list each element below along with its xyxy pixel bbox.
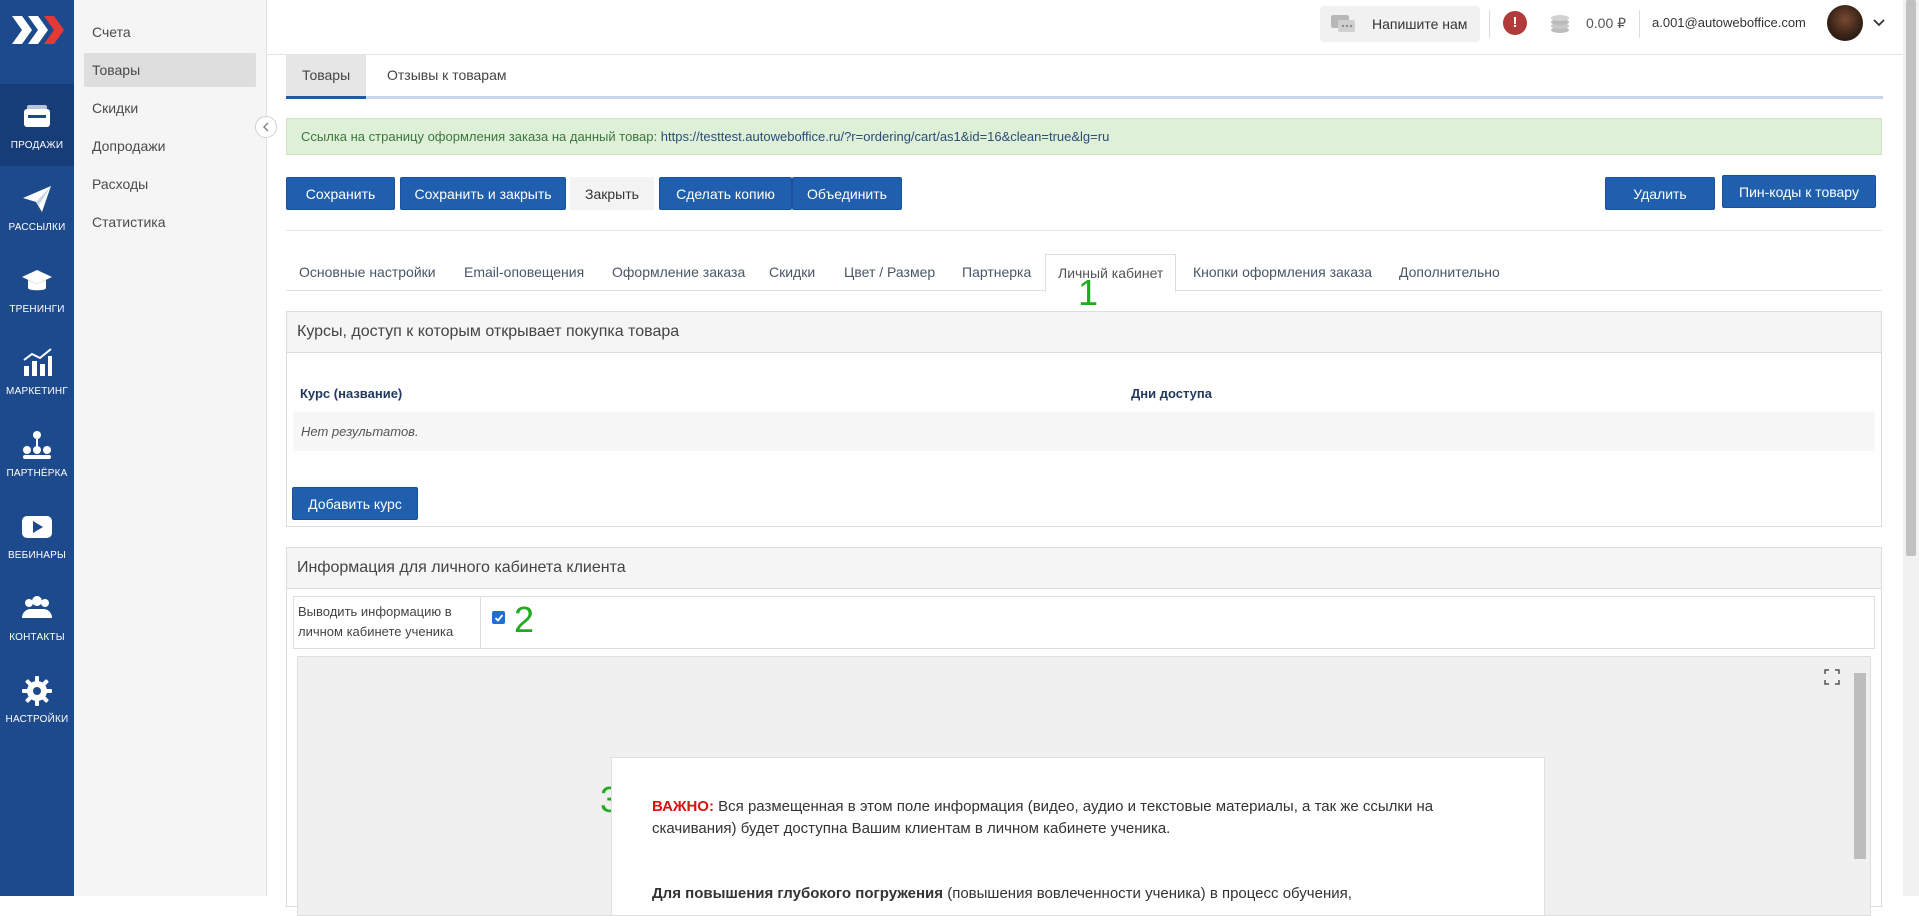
tab-basic-settings[interactable]: Основные настройки	[287, 254, 448, 291]
fullscreen-icon[interactable]	[1824, 669, 1840, 685]
main-nav-rail: ПРОДАЖИ РАССЫЛКИ ТРЕНИНГИ МАРКЕТИНГ ПАРТ…	[0, 0, 74, 896]
alert-icon[interactable]: !	[1503, 11, 1527, 35]
order-link-text: Ссылка на страницу оформления заказа на …	[301, 129, 658, 144]
partner-network-icon	[23, 430, 51, 459]
make-copy-button[interactable]: Сделать копию	[659, 177, 792, 210]
gear-icon	[22, 675, 52, 706]
add-course-button[interactable]: Добавить курс	[292, 487, 418, 520]
client-info-panel: Информация для личного кабинета клиента …	[286, 547, 1882, 916]
user-email[interactable]: a.001@autoweboffice.com	[1652, 15, 1806, 30]
delete-button[interactable]: Удалить	[1605, 177, 1715, 210]
collapse-sidebar-button[interactable]	[255, 116, 277, 138]
tab-order-buttons[interactable]: Кнопки оформления заказа	[1181, 254, 1384, 291]
divider	[1639, 10, 1640, 38]
pincodes-button[interactable]: Пин-коды к товару	[1722, 175, 1876, 208]
nav-sales[interactable]: ПРОДАЖИ	[0, 84, 74, 166]
subnav-item-products[interactable]: Товары	[84, 53, 256, 87]
nav-label: ВЕБИНАРЫ	[7, 549, 67, 561]
nav-mailings[interactable]: РАССЫЛКИ	[0, 166, 74, 248]
nav-settings[interactable]: НАСТРОЙКИ	[0, 658, 74, 740]
subnav-item-upsells[interactable]: Допродажи	[84, 129, 256, 163]
tab-discounts[interactable]: Скидки	[757, 254, 827, 291]
save-button[interactable]: Сохранить	[286, 177, 395, 210]
logo-icon[interactable]	[8, 12, 66, 48]
subnav-item-invoices[interactable]: Счета	[84, 15, 256, 49]
tab-additional[interactable]: Дополнительно	[1387, 254, 1512, 291]
order-link[interactable]: https://testtest.autoweboffice.ru/?r=ord…	[661, 129, 1110, 144]
order-link-alert: Ссылка на страницу оформления заказа на …	[286, 118, 1882, 155]
immersion-bold: Для повышения глубокого погружения	[652, 885, 944, 902]
rich-text-editor[interactable]: 3 ВАЖНО: Вся размещенная в этом поле инф…	[297, 656, 1871, 916]
courses-panel: Курсы, доступ к которым открывает покупк…	[286, 311, 1882, 527]
show-info-label: Выводить информацию в личном кабинете уч…	[294, 597, 481, 648]
page-scrollbar[interactable]	[1903, 0, 1919, 896]
empty-results-row: Нет результатов.	[293, 412, 1875, 451]
chart-icon	[23, 347, 52, 376]
nav-trainings[interactable]: ТРЕНИНГИ	[0, 248, 74, 330]
tab-affiliate[interactable]: Партнерка	[950, 254, 1043, 291]
nav-partners[interactable]: ПАРТНЁРКА	[0, 412, 74, 494]
tab-order-design[interactable]: Оформление заказа	[600, 254, 757, 291]
tab-personal-account[interactable]: Личный кабинет	[1045, 254, 1177, 293]
coins-icon[interactable]	[1547, 10, 1573, 36]
tab-product-reviews[interactable]: Отзывы к товарам	[371, 54, 523, 96]
important-text: Вся размещенная в этом поле информация (…	[652, 798, 1434, 837]
nav-label: ПРОДАЖИ	[10, 139, 64, 151]
balance-value[interactable]: 0.00 ₽	[1586, 15, 1626, 32]
tab-color-size[interactable]: Цвет / Размер	[832, 254, 947, 291]
subnav-item-statistics[interactable]: Статистика	[84, 205, 256, 239]
editor-document[interactable]: ВАЖНО: Вся размещенная в этом поле инфор…	[611, 757, 1545, 915]
nav-label: НАСТРОЙКИ	[5, 713, 69, 725]
editor-scrollbar-thumb[interactable]	[1854, 673, 1866, 859]
page-tabs: Товары Отзывы к товарам	[286, 54, 1883, 99]
check-icon	[494, 613, 503, 622]
nav-label: КОНТАКТЫ	[9, 631, 65, 643]
subnav-item-expenses[interactable]: Расходы	[84, 167, 256, 201]
tab-products[interactable]: Товары	[286, 54, 367, 99]
nav-label: МАРКЕТИНГ	[6, 385, 68, 397]
important-label: ВАЖНО:	[652, 798, 714, 815]
top-bar: Напишите нам ! 0.00 ₽ a.001@autoweboffic…	[267, 0, 1903, 55]
save-and-close-button[interactable]: Сохранить и закрыть	[400, 177, 566, 210]
client-info-panel-title: Информация для личного кабинета клиента	[287, 548, 1881, 589]
section-subnav: Счета Товары Скидки Допродажи Расходы Ст…	[74, 0, 267, 896]
column-header-access-days[interactable]: Дни доступа	[1131, 386, 1212, 401]
subnav-item-discounts[interactable]: Скидки	[84, 91, 256, 125]
show-info-checkbox[interactable]	[492, 611, 505, 624]
play-icon	[22, 515, 52, 538]
important-paragraph: ВАЖНО: Вся размещенная в этом поле инфор…	[652, 796, 1512, 840]
chat-icon	[1331, 15, 1355, 32]
wallet-icon	[24, 104, 50, 127]
divider	[1489, 10, 1490, 38]
merge-button[interactable]: Объединить	[792, 177, 902, 210]
avatar[interactable]	[1827, 5, 1863, 41]
nav-marketing[interactable]: МАРКЕТИНГ	[0, 330, 74, 412]
courses-panel-title: Курсы, доступ к которым открывает покупк…	[287, 312, 1881, 353]
graduation-cap-icon	[22, 269, 52, 290]
immersion-text: (повышения вовлеченности ученика) в проц…	[943, 885, 1352, 902]
immersion-paragraph: Для повышения глубокого погружения (повы…	[652, 883, 1512, 905]
nav-contacts[interactable]: КОНТАКТЫ	[0, 576, 74, 658]
chevron-down-icon[interactable]	[1872, 16, 1886, 30]
people-icon	[22, 595, 52, 618]
write-us-label: Напишите нам	[1372, 16, 1468, 32]
write-us-button[interactable]: Напишите нам	[1320, 6, 1480, 42]
nav-label: ТРЕНИНГИ	[9, 303, 65, 315]
tab-email-notifications[interactable]: Email-оповещения	[452, 254, 596, 291]
chevron-left-icon	[262, 122, 269, 132]
nav-label: ПАРТНЁРКА	[6, 467, 68, 479]
nav-webinars[interactable]: ВЕБИНАРЫ	[0, 494, 74, 576]
divider	[286, 230, 1882, 231]
paper-plane-icon	[23, 185, 51, 212]
nav-label: РАССЫЛКИ	[8, 221, 66, 233]
page-scrollbar-thumb[interactable]	[1906, 0, 1916, 556]
editor-scrollbar[interactable]	[1854, 659, 1866, 915]
show-info-option: Выводить информацию в личном кабинете уч…	[293, 596, 1875, 649]
annotation-marker-1: 1	[1078, 272, 1099, 313]
close-button[interactable]: Закрыть	[570, 177, 654, 210]
annotation-marker-2: 2	[514, 599, 535, 640]
column-header-course[interactable]: Курс (название)	[300, 386, 402, 401]
